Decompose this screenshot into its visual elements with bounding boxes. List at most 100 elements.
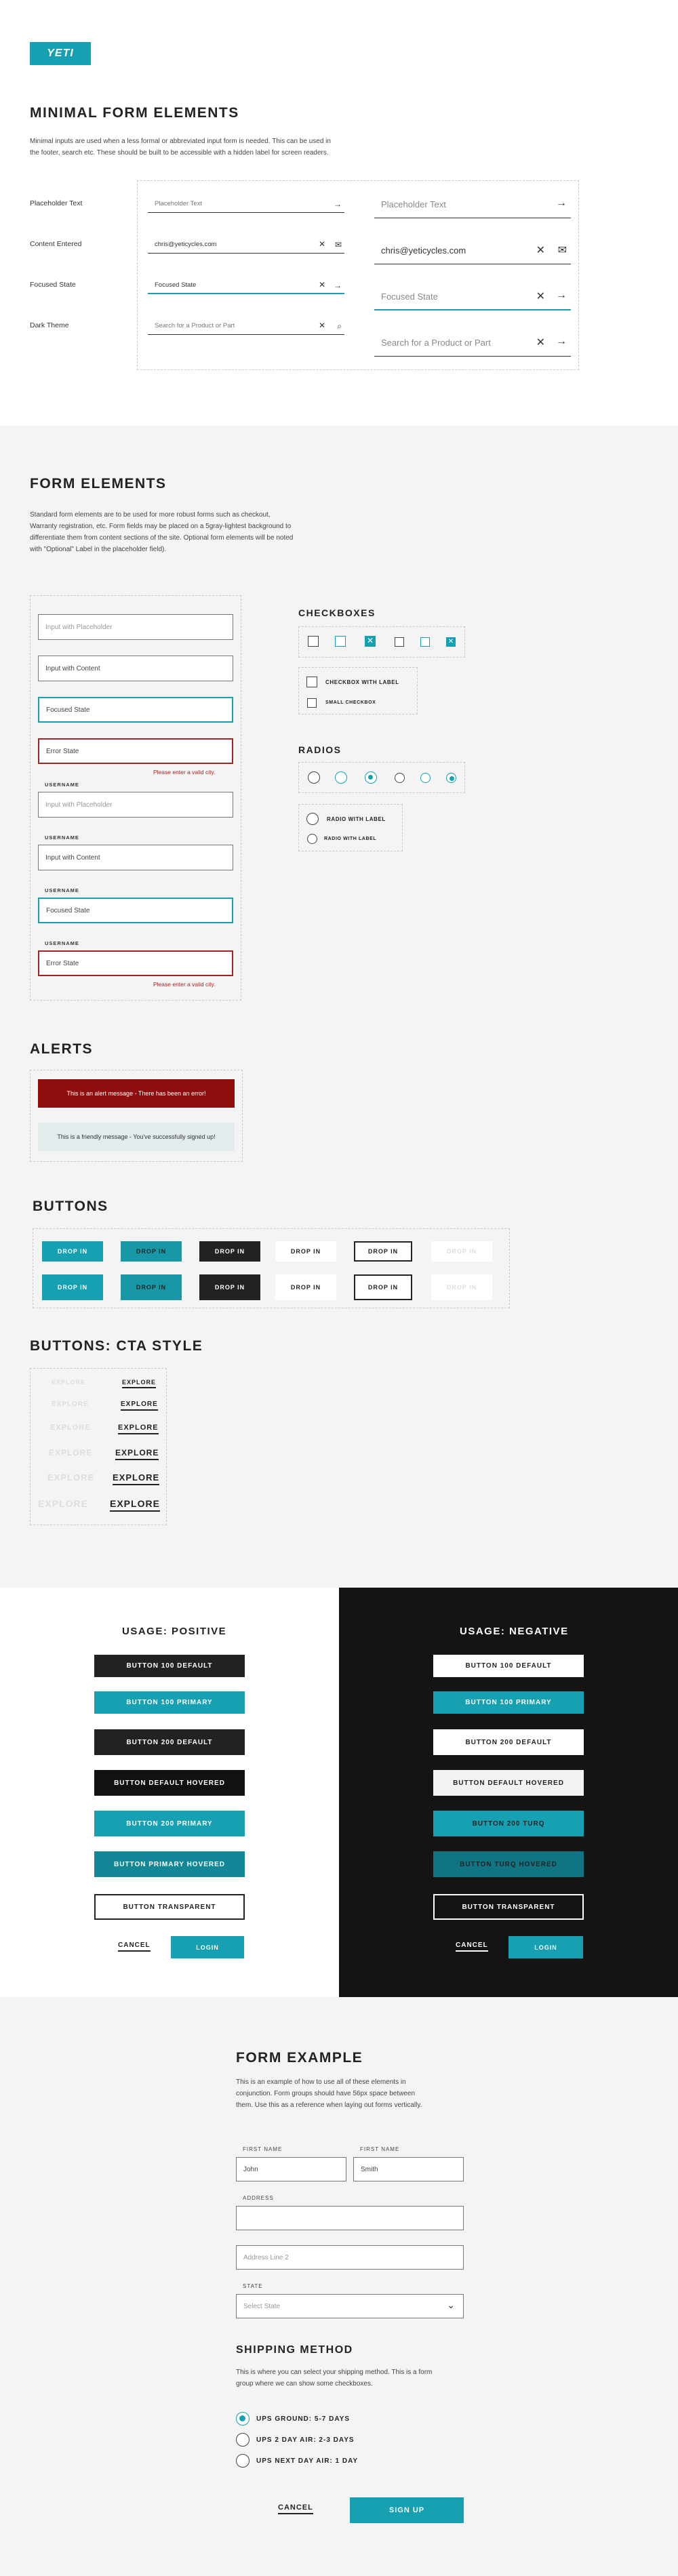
button-white-large[interactable]: DROP IN xyxy=(275,1274,336,1300)
button-primary-hovered[interactable]: DROP IN xyxy=(121,1241,182,1262)
address-line-2-input[interactable]: Address Line 2 xyxy=(236,2245,464,2270)
shipping-radio-2day[interactable] xyxy=(236,2433,250,2447)
checkbox-small-checked[interactable]: ✕ xyxy=(446,637,456,647)
button-outline-large[interactable]: DROP IN xyxy=(354,1274,412,1300)
button-primary[interactable]: DROP IN xyxy=(42,1241,103,1262)
radio-small-focused[interactable] xyxy=(420,773,431,783)
search-icon[interactable]: ⌕ xyxy=(337,321,342,331)
radio-selected[interactable] xyxy=(365,771,377,784)
login-button[interactable]: LOGIN xyxy=(171,1936,244,1958)
arrow-right-icon[interactable]: → xyxy=(556,289,567,302)
checkbox-with-label[interactable] xyxy=(306,677,317,687)
shipping-radio-ground[interactable] xyxy=(236,2412,250,2426)
input-error[interactable]: Error State xyxy=(38,738,233,764)
row-label: Focused State xyxy=(30,281,76,289)
checkbox-small-unchecked[interactable] xyxy=(395,637,404,647)
checkbox-small-focused[interactable] xyxy=(420,637,430,647)
close-icon[interactable]: ✕ xyxy=(319,280,325,289)
mini-input-dark[interactable]: Search for a Product or Part ✕ ⌕ xyxy=(148,317,344,335)
button-primary-hovered-large[interactable]: DROP IN xyxy=(121,1274,182,1300)
cta-ghost[interactable]: EXPLORE xyxy=(49,1448,92,1457)
input-focused[interactable]: Focused State xyxy=(38,697,233,723)
arrow-right-icon[interactable]: → xyxy=(556,336,567,348)
mini-input-placeholder[interactable]: Placeholder Text → xyxy=(148,195,344,213)
checkbox-checked[interactable]: ✕ xyxy=(365,636,376,647)
mail-icon[interactable]: ✉ xyxy=(558,243,567,257)
checkbox-focused[interactable] xyxy=(335,636,346,647)
large-input-focused[interactable]: Focused State ✕ → xyxy=(374,283,571,310)
labeled-input-content[interactable]: Input with Content xyxy=(38,845,233,870)
close-icon[interactable]: ✕ xyxy=(536,289,545,303)
arrow-right-icon[interactable]: → xyxy=(556,197,567,209)
radio-focused[interactable] xyxy=(335,771,347,784)
radio-small-with-label[interactable] xyxy=(307,834,317,844)
radio-with-label[interactable] xyxy=(306,813,319,825)
neg-login-button[interactable]: LOGIN xyxy=(509,1936,583,1958)
button-default[interactable]: DROP IN xyxy=(199,1241,260,1262)
button-100-default[interactable]: BUTTON 100 DEFAULT xyxy=(94,1655,245,1677)
cta-link[interactable]: EXPLORE xyxy=(118,1424,159,1434)
checkbox-small[interactable] xyxy=(307,698,317,708)
labeled-input-focused[interactable]: Focused State xyxy=(38,898,233,923)
close-icon[interactable]: ✕ xyxy=(536,243,545,257)
cta-ghost[interactable]: EXPLORE xyxy=(47,1472,94,1483)
button-100-primary[interactable]: BUTTON 100 PRIMARY xyxy=(94,1691,245,1714)
input-content[interactable]: Input with Content xyxy=(38,656,233,681)
button-white[interactable]: DROP IN xyxy=(275,1241,336,1262)
cta-link[interactable]: EXPLORE xyxy=(121,1401,158,1411)
close-icon[interactable]: ✕ xyxy=(536,336,545,349)
cta-ghost[interactable]: EXPLORE xyxy=(38,1498,88,1509)
neg-button-200-default[interactable]: BUTTON 200 DEFAULT xyxy=(433,1729,584,1755)
cta-ghost[interactable]: EXPLORE xyxy=(50,1424,91,1432)
state-select[interactable]: Select State ⌄ xyxy=(236,2294,464,2318)
button-200-primary[interactable]: BUTTON 200 PRIMARY xyxy=(94,1811,245,1836)
button-200-default[interactable]: BUTTON 200 DEFAULT xyxy=(94,1729,245,1755)
button-default-large[interactable]: DROP IN xyxy=(199,1274,260,1300)
button-primary-large[interactable]: DROP IN xyxy=(42,1274,103,1300)
checkbox-unchecked[interactable] xyxy=(308,636,319,647)
sign-up-button[interactable]: SIGN UP xyxy=(350,2497,464,2523)
first-name-input[interactable]: John xyxy=(236,2157,346,2181)
close-icon[interactable]: ✕ xyxy=(319,321,325,330)
cta-link[interactable]: EXPLORE xyxy=(113,1472,160,1485)
radio-small-selected[interactable] xyxy=(446,773,456,783)
cancel-link[interactable]: CANCEL xyxy=(278,2503,313,2514)
yeti-logo[interactable]: YETI xyxy=(30,42,91,65)
input-placeholder[interactable]: Input with Placeholder xyxy=(38,614,233,640)
cta-link[interactable]: EXPLORE xyxy=(122,1379,157,1388)
mini-input-focused[interactable]: Focused State ✕ → xyxy=(148,277,344,294)
neg-button-transparent[interactable]: BUTTON TRANSPARENT xyxy=(433,1894,584,1920)
cta-ghost[interactable]: EXPLORE xyxy=(52,1401,89,1408)
last-name-input[interactable]: Smith xyxy=(353,2157,464,2181)
mini-input-content[interactable]: chris@yeticycles.com ✕ ✉ xyxy=(148,236,344,254)
close-icon[interactable]: ✕ xyxy=(319,239,325,249)
neg-button-turq-hovered[interactable]: BUTTON TURQ HOVERED xyxy=(433,1851,584,1877)
neg-button-100-default[interactable]: BUTTON 100 DEFAULT xyxy=(433,1655,584,1677)
labeled-input-placeholder[interactable]: Input with Placeholder xyxy=(38,792,233,818)
radio-unselected[interactable] xyxy=(308,771,320,784)
large-input-content[interactable]: chris@yeticycles.com ✕ ✉ xyxy=(374,237,571,264)
button-transparent[interactable]: BUTTON TRANSPARENT xyxy=(94,1894,245,1920)
arrow-right-icon[interactable]: → xyxy=(334,199,342,209)
button-ghost-large[interactable]: DROP IN xyxy=(431,1274,492,1300)
cta-link[interactable]: EXPLORE xyxy=(110,1498,160,1512)
button-ghost[interactable]: DROP IN xyxy=(431,1241,492,1262)
large-input-dark[interactable]: Search for a Product or Part ✕ → xyxy=(374,329,571,357)
cta-ghost[interactable]: EXPLORE xyxy=(52,1379,85,1386)
mail-icon[interactable]: ✉ xyxy=(335,240,342,249)
neg-cancel-link[interactable]: CANCEL xyxy=(456,1941,488,1952)
button-default-hovered[interactable]: BUTTON DEFAULT HOVERED xyxy=(94,1770,245,1796)
neg-button-default-hovered[interactable]: BUTTON DEFAULT HOVERED xyxy=(433,1770,584,1796)
shipping-radio-nextday[interactable] xyxy=(236,2454,250,2468)
radio-small-unselected[interactable] xyxy=(395,773,405,783)
cta-link[interactable]: EXPLORE xyxy=(115,1448,159,1460)
neg-button-200-turq[interactable]: BUTTON 200 TURQ xyxy=(433,1811,584,1836)
large-input-placeholder[interactable]: Placeholder Text → xyxy=(374,191,571,218)
arrow-right-icon[interactable]: → xyxy=(334,281,342,290)
labeled-input-error[interactable]: Error State xyxy=(38,950,233,976)
button-outline[interactable]: DROP IN xyxy=(354,1241,412,1262)
cancel-link[interactable]: CANCEL xyxy=(118,1941,151,1952)
address-input[interactable] xyxy=(236,2206,464,2230)
button-primary-hovered[interactable]: BUTTON PRIMARY HOVERED xyxy=(94,1851,245,1877)
neg-button-100-primary[interactable]: BUTTON 100 PRIMARY xyxy=(433,1691,584,1714)
